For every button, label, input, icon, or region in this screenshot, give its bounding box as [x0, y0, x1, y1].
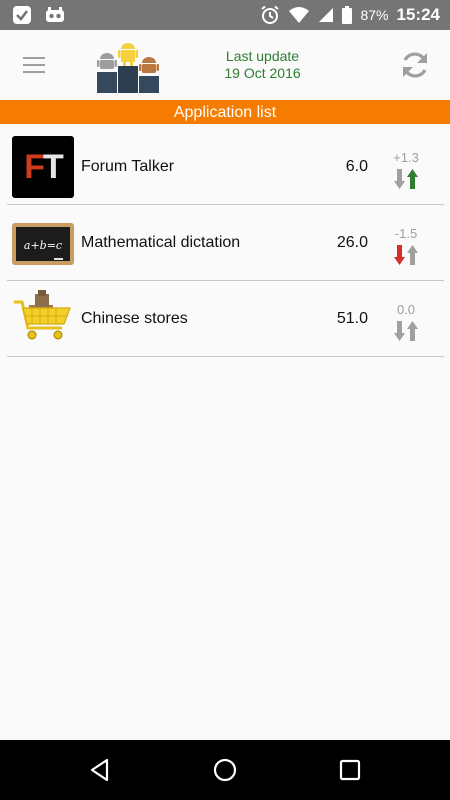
app-score: 51.0 [336, 310, 368, 327]
list-item[interactable]: Chinese stores 51.0 0.0 [7, 281, 444, 357]
last-update-info: Last update 19 Oct 2016 [190, 48, 335, 82]
score-delta: -1.5 [394, 226, 418, 241]
last-update-date: 19 Oct 2016 [224, 65, 301, 81]
battery-icon [342, 6, 353, 24]
score-delta: 0.0 [396, 302, 416, 317]
svg-text:a+b=c: a+b=c [24, 239, 62, 252]
trend-down-icon [394, 245, 418, 265]
app-logo [97, 43, 159, 93]
app-name: Chinese stores [81, 310, 188, 327]
app-score: 6.0 [345, 158, 368, 175]
score-delta: +1.3 [393, 150, 419, 165]
chalkboard-icon: a+b=c [12, 223, 74, 265]
list-item[interactable]: FT Forum Talker 6.0 +1.3 [7, 129, 444, 205]
battery-percentage: 87% [360, 7, 389, 23]
app-bar: Last update 19 Oct 2016 [0, 30, 450, 100]
alarm-icon [261, 5, 280, 24]
app-name: Mathematical dictation [81, 234, 241, 251]
menu-button[interactable] [20, 51, 50, 79]
cell-signal-icon [319, 8, 334, 22]
app-name: Forum Talker [81, 158, 175, 175]
app-list: FT Forum Talker 6.0 +1.3 a+b=c Mathemati… [7, 129, 444, 357]
svg-text:FT: FT [24, 148, 64, 186]
status-bar: 87% 15:24 [0, 0, 450, 30]
checkmark-notification-icon [13, 6, 31, 24]
home-icon[interactable] [212, 757, 238, 783]
recents-icon[interactable] [337, 757, 363, 783]
list-item[interactable]: a+b=c Mathematical dictation 26.0 -1.5 [7, 205, 444, 281]
app-score: 26.0 [336, 234, 368, 251]
hamburger-icon [23, 57, 45, 59]
last-update-label: Last update [225, 48, 300, 64]
refresh-icon[interactable] [398, 48, 432, 82]
trend-up-icon [394, 169, 418, 189]
section-header: Application list [0, 100, 450, 124]
wifi-icon [289, 7, 310, 23]
shopping-cart-icon [14, 290, 71, 340]
back-icon[interactable] [87, 757, 113, 783]
forum-talker-icon: FT [12, 136, 74, 198]
clock: 15:24 [396, 5, 440, 24]
trend-neutral-icon [394, 321, 418, 341]
robot-notification-icon [46, 7, 64, 22]
navigation-bar [0, 740, 450, 800]
